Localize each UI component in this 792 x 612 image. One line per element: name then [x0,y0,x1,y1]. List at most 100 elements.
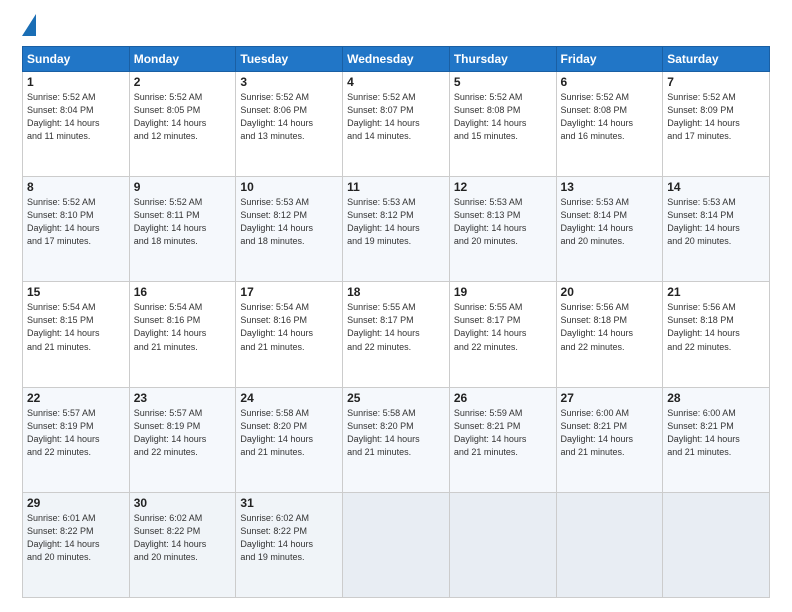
calendar-cell: 28 Sunrise: 6:00 AM Sunset: 8:21 PM Dayli… [663,387,770,492]
day-number: 6 [561,75,659,89]
calendar-cell: 18 Sunrise: 5:55 AM Sunset: 8:17 PM Dayli… [343,282,450,387]
calendar-cell: 1 Sunrise: 5:52 AM Sunset: 8:04 PM Daylig… [23,72,130,177]
day-number: 18 [347,285,445,299]
day-info: Sunrise: 5:53 AM Sunset: 8:13 PM Dayligh… [454,196,552,248]
calendar-cell: 29 Sunrise: 6:01 AM Sunset: 8:22 PM Dayli… [23,492,130,597]
day-info: Sunrise: 5:54 AM Sunset: 8:15 PM Dayligh… [27,301,125,353]
day-info: Sunrise: 5:58 AM Sunset: 8:20 PM Dayligh… [347,407,445,459]
day-info: Sunrise: 5:56 AM Sunset: 8:18 PM Dayligh… [561,301,659,353]
calendar-cell [449,492,556,597]
calendar-week-row: 15 Sunrise: 5:54 AM Sunset: 8:15 PM Dayli… [23,282,770,387]
day-number: 9 [134,180,232,194]
day-info: Sunrise: 6:02 AM Sunset: 8:22 PM Dayligh… [134,512,232,564]
day-info: Sunrise: 5:53 AM Sunset: 8:12 PM Dayligh… [240,196,338,248]
calendar-cell: 17 Sunrise: 5:54 AM Sunset: 8:16 PM Dayli… [236,282,343,387]
day-info: Sunrise: 5:52 AM Sunset: 8:10 PM Dayligh… [27,196,125,248]
day-info: Sunrise: 5:52 AM Sunset: 8:08 PM Dayligh… [561,91,659,143]
day-number: 19 [454,285,552,299]
day-number: 4 [347,75,445,89]
day-info: Sunrise: 5:52 AM Sunset: 8:11 PM Dayligh… [134,196,232,248]
calendar-cell: 19 Sunrise: 5:55 AM Sunset: 8:17 PM Dayli… [449,282,556,387]
day-info: Sunrise: 5:57 AM Sunset: 8:19 PM Dayligh… [134,407,232,459]
calendar-cell: 24 Sunrise: 5:58 AM Sunset: 8:20 PM Dayli… [236,387,343,492]
calendar-cell: 26 Sunrise: 5:59 AM Sunset: 8:21 PM Dayli… [449,387,556,492]
day-info: Sunrise: 5:53 AM Sunset: 8:14 PM Dayligh… [561,196,659,248]
calendar-cell: 25 Sunrise: 5:58 AM Sunset: 8:20 PM Dayli… [343,387,450,492]
calendar-header-cell: Sunday [23,47,130,72]
calendar-cell: 10 Sunrise: 5:53 AM Sunset: 8:12 PM Dayli… [236,177,343,282]
day-number: 5 [454,75,552,89]
day-number: 25 [347,391,445,405]
calendar-cell: 20Sunrise: 5:56 AM Sunset: 8:18 PM Dayli… [556,282,663,387]
day-number: 13 [561,180,659,194]
day-number: 27 [561,391,659,405]
day-info: Sunrise: 5:52 AM Sunset: 8:05 PM Dayligh… [134,91,232,143]
calendar-table: SundayMondayTuesdayWednesdayThursdayFrid… [22,46,770,598]
day-info: Sunrise: 5:52 AM Sunset: 8:06 PM Dayligh… [240,91,338,143]
calendar-cell [556,492,663,597]
day-info: Sunrise: 5:53 AM Sunset: 8:12 PM Dayligh… [347,196,445,248]
day-number: 26 [454,391,552,405]
calendar-header-cell: Monday [129,47,236,72]
day-number: 24 [240,391,338,405]
header [22,18,770,36]
calendar-cell: 31 Sunrise: 6:02 AM Sunset: 8:22 PM Dayli… [236,492,343,597]
calendar-cell: 9 Sunrise: 5:52 AM Sunset: 8:11 PM Daylig… [129,177,236,282]
calendar-cell: 16Sunrise: 5:54 AM Sunset: 8:16 PM Dayli… [129,282,236,387]
calendar-cell: 6 Sunrise: 5:52 AM Sunset: 8:08 PM Daylig… [556,72,663,177]
calendar-cell: 15 Sunrise: 5:54 AM Sunset: 8:15 PM Dayli… [23,282,130,387]
day-number: 31 [240,496,338,510]
day-number: 16 [134,285,232,299]
calendar-cell: 13 Sunrise: 5:53 AM Sunset: 8:14 PM Dayli… [556,177,663,282]
day-number: 1 [27,75,125,89]
calendar-cell: 14Sunrise: 5:53 AM Sunset: 8:14 PM Dayli… [663,177,770,282]
day-number: 23 [134,391,232,405]
calendar-header-cell: Wednesday [343,47,450,72]
calendar-cell [343,492,450,597]
calendar-cell: 30 Sunrise: 6:02 AM Sunset: 8:22 PM Dayli… [129,492,236,597]
day-info: Sunrise: 5:52 AM Sunset: 8:08 PM Dayligh… [454,91,552,143]
day-info: Sunrise: 5:59 AM Sunset: 8:21 PM Dayligh… [454,407,552,459]
day-number: 22 [27,391,125,405]
calendar-body: 1 Sunrise: 5:52 AM Sunset: 8:04 PM Daylig… [23,72,770,598]
day-info: Sunrise: 6:01 AM Sunset: 8:22 PM Dayligh… [27,512,125,564]
day-number: 15 [27,285,125,299]
day-info: Sunrise: 5:58 AM Sunset: 8:20 PM Dayligh… [240,407,338,459]
day-number: 2 [134,75,232,89]
calendar-week-row: 8 Sunrise: 5:52 AM Sunset: 8:10 PM Daylig… [23,177,770,282]
calendar-cell: 8 Sunrise: 5:52 AM Sunset: 8:10 PM Daylig… [23,177,130,282]
day-number: 17 [240,285,338,299]
day-info: Sunrise: 5:52 AM Sunset: 8:04 PM Dayligh… [27,91,125,143]
day-number: 8 [27,180,125,194]
calendar-cell: 12Sunrise: 5:53 AM Sunset: 8:13 PM Dayli… [449,177,556,282]
calendar-cell: 23 Sunrise: 5:57 AM Sunset: 8:19 PM Dayli… [129,387,236,492]
day-number: 30 [134,496,232,510]
day-number: 28 [667,391,765,405]
day-number: 7 [667,75,765,89]
day-number: 14 [667,180,765,194]
calendar-cell: 11 Sunrise: 5:53 AM Sunset: 8:12 PM Dayli… [343,177,450,282]
day-info: Sunrise: 5:56 AM Sunset: 8:18 PM Dayligh… [667,301,765,353]
calendar-header-cell: Tuesday [236,47,343,72]
day-info: Sunrise: 6:02 AM Sunset: 8:22 PM Dayligh… [240,512,338,564]
day-number: 29 [27,496,125,510]
day-number: 3 [240,75,338,89]
calendar-cell: 27Sunrise: 6:00 AM Sunset: 8:21 PM Dayli… [556,387,663,492]
day-info: Sunrise: 5:54 AM Sunset: 8:16 PM Dayligh… [240,301,338,353]
calendar-cell: 2 Sunrise: 5:52 AM Sunset: 8:05 PM Daylig… [129,72,236,177]
day-info: Sunrise: 5:52 AM Sunset: 8:09 PM Dayligh… [667,91,765,143]
day-info: Sunrise: 6:00 AM Sunset: 8:21 PM Dayligh… [667,407,765,459]
calendar-header: SundayMondayTuesdayWednesdayThursdayFrid… [23,47,770,72]
calendar-cell: 3 Sunrise: 5:52 AM Sunset: 8:06 PM Daylig… [236,72,343,177]
calendar-cell: 21Sunrise: 5:56 AM Sunset: 8:18 PM Dayli… [663,282,770,387]
calendar-header-cell: Saturday [663,47,770,72]
calendar-cell: 22Sunrise: 5:57 AM Sunset: 8:19 PM Dayli… [23,387,130,492]
day-info: Sunrise: 5:55 AM Sunset: 8:17 PM Dayligh… [454,301,552,353]
day-number: 10 [240,180,338,194]
calendar-header-cell: Thursday [449,47,556,72]
logo-icon [22,14,36,36]
calendar-cell: 7 Sunrise: 5:52 AM Sunset: 8:09 PM Daylig… [663,72,770,177]
day-number: 11 [347,180,445,194]
day-info: Sunrise: 5:55 AM Sunset: 8:17 PM Dayligh… [347,301,445,353]
calendar-week-row: 22 Sunrise: 5:57 AM Sunset: 8:19 PM Dayli… [23,387,770,492]
